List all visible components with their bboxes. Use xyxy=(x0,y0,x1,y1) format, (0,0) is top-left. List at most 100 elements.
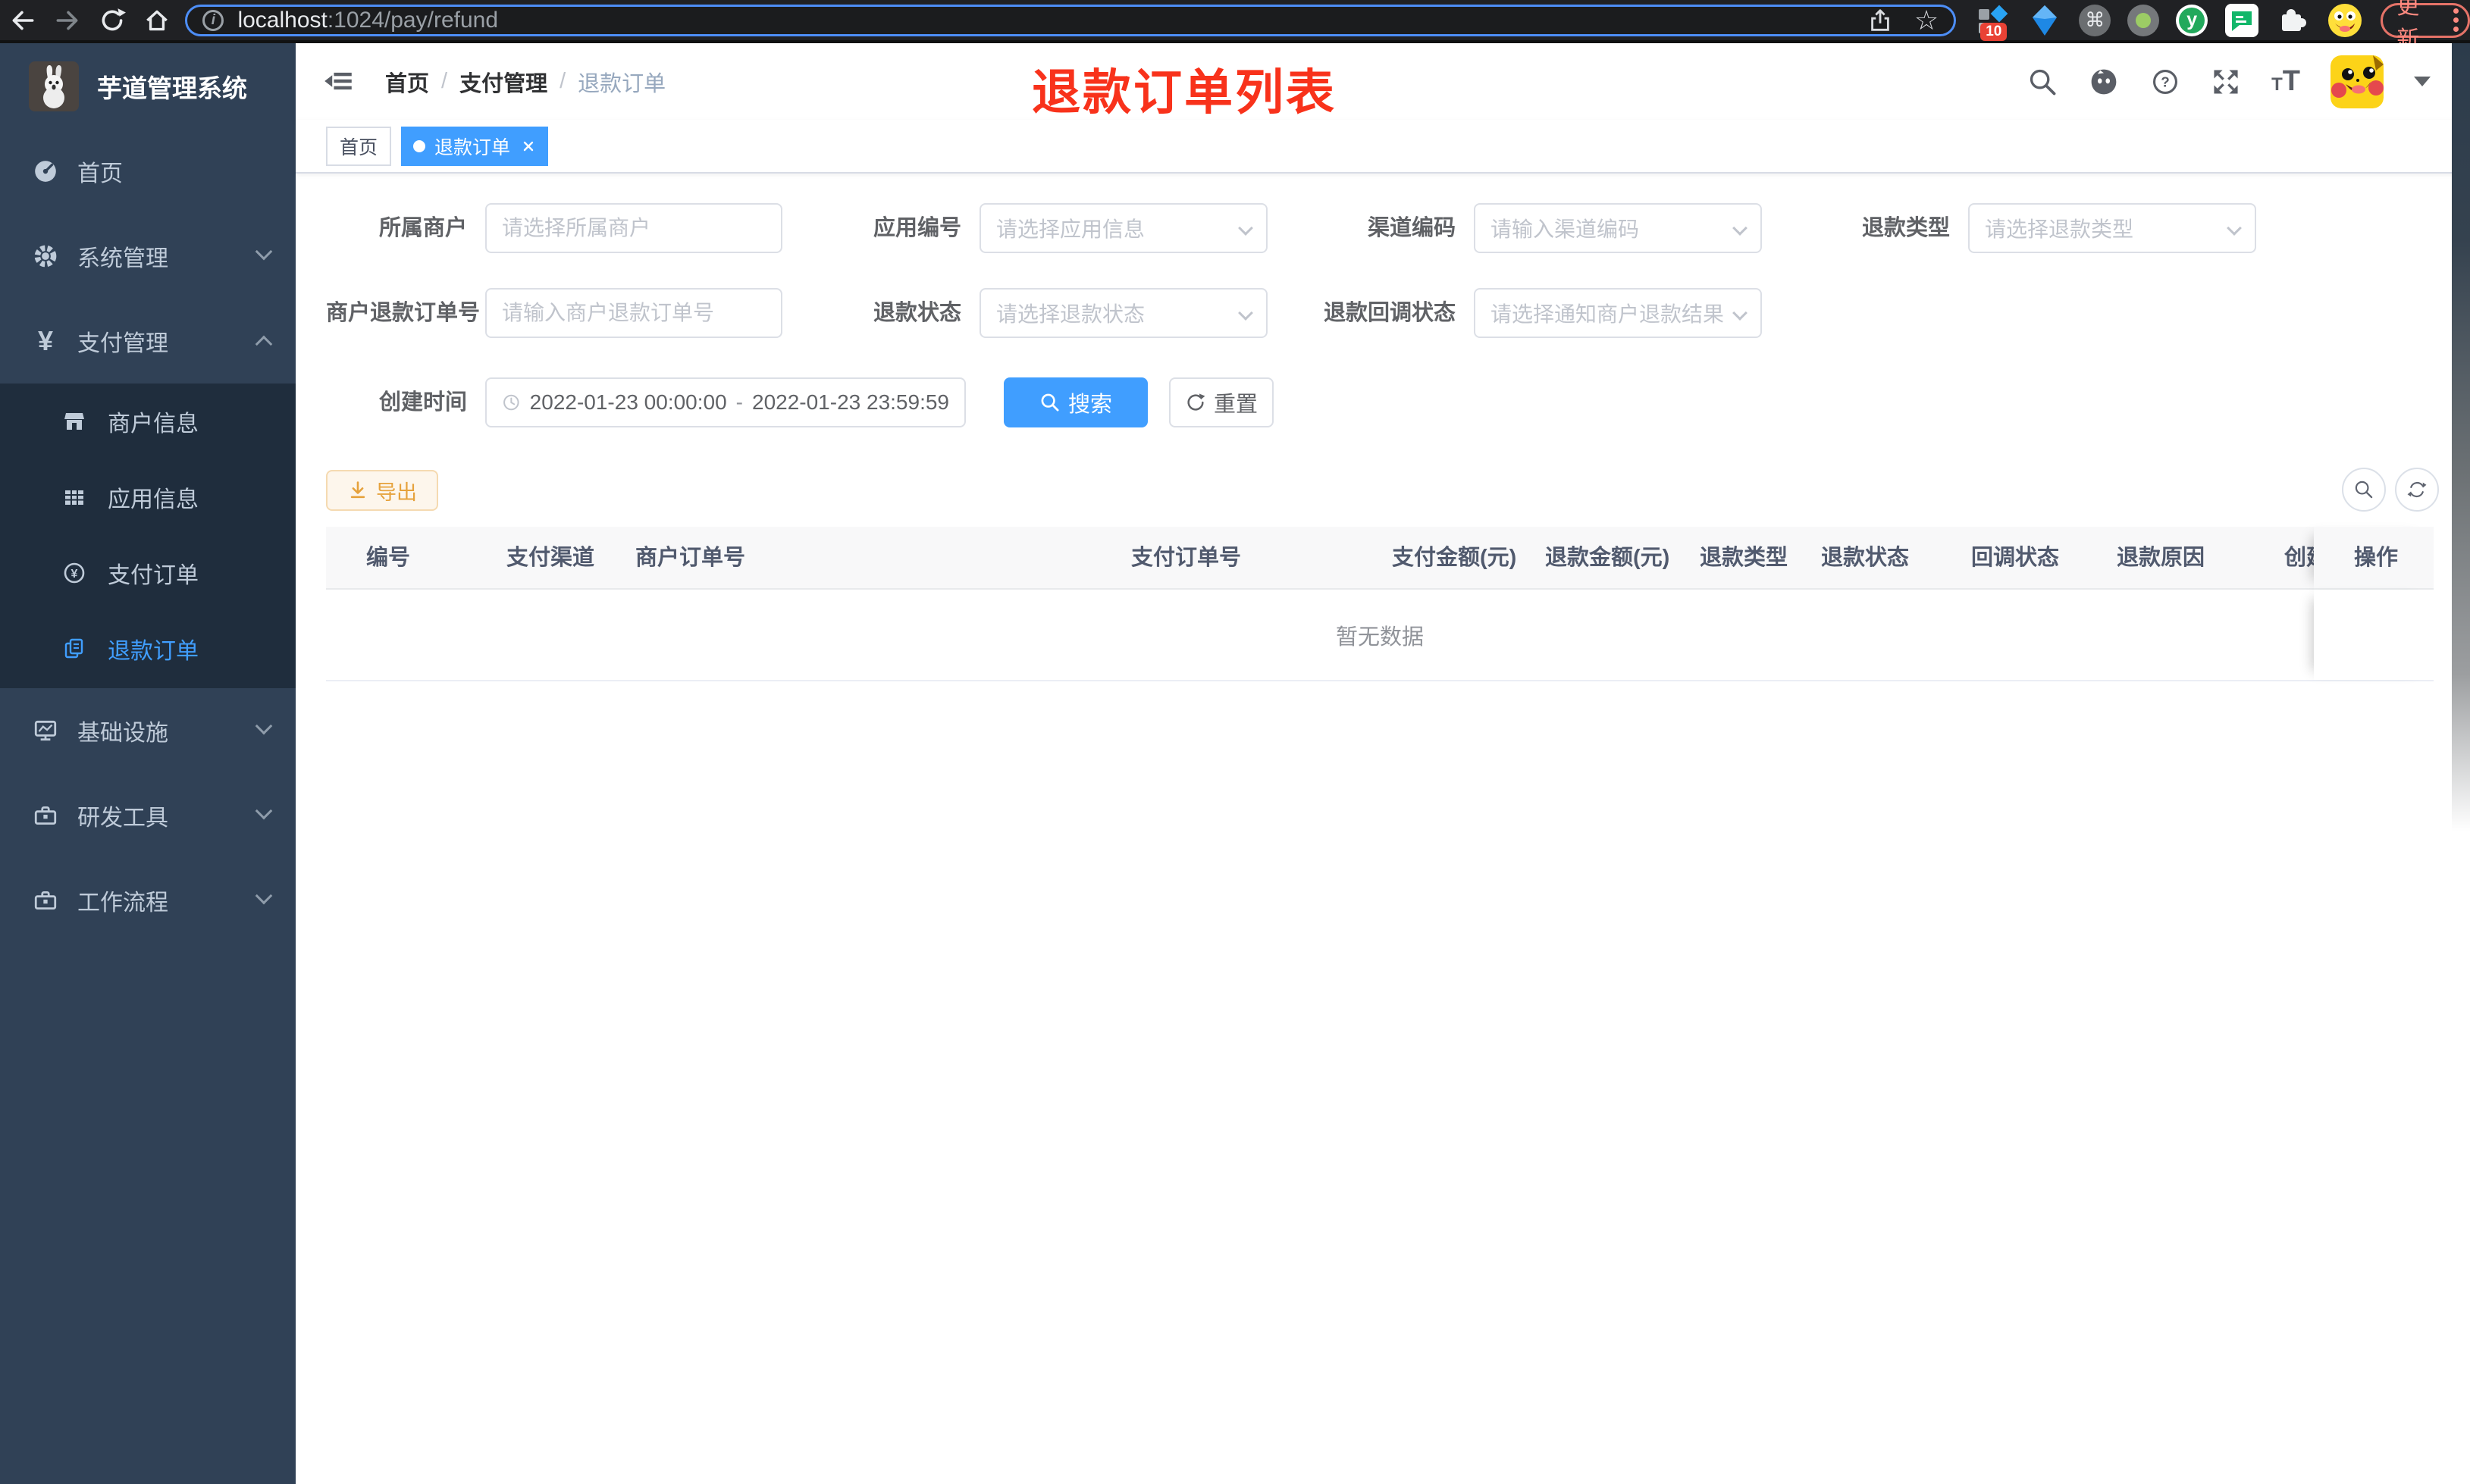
filter-app: 应用编号 请选择应用信息 xyxy=(820,203,1315,253)
refund-order-icon xyxy=(59,637,89,661)
sidebar: 芋道管理系统 首页 系统管理 ¥ 支付管理 商户信息 应用信息 ¥ 支付订单 退… xyxy=(0,43,296,1484)
main-content: 首页 / 支付管理 / 退款订单 退款订单列表 ? TT 首页 退款订单 所属商… xyxy=(296,43,2470,1484)
sidebar-item-label: 退款订单 xyxy=(108,639,199,664)
fixed-operation-column-header: 操作 xyxy=(2314,527,2434,590)
filter-refund-type: 退款类型 请选择退款类型 xyxy=(1809,203,2303,253)
app-select[interactable]: 请选择应用信息 xyxy=(980,203,1268,253)
search-icon xyxy=(2355,481,2373,499)
filter-row-3: 创建时间 2022-01-23 00:00:00 - 2022-01-23 23… xyxy=(326,377,1274,427)
browser-reload-button[interactable] xyxy=(89,2,134,39)
gear-icon xyxy=(30,243,61,269)
merchant-input[interactable] xyxy=(502,216,766,240)
sidebar-item-home[interactable]: 首页 xyxy=(0,129,296,214)
site-info-icon[interactable]: i xyxy=(202,9,224,31)
merchant-select[interactable] xyxy=(485,203,782,253)
store-icon xyxy=(59,409,89,434)
sidebar-item-pay-order[interactable]: ¥ 支付订单 xyxy=(0,535,296,611)
extension-tabs-icon[interactable]: 10 xyxy=(1976,3,2011,41)
filter-row-1: 所属商户 应用编号 请选择应用信息 渠道编码 请输入渠道编码 xyxy=(326,203,2303,253)
filter-row-2: 商户退款订单号 退款状态 请选择退款状态 退款回调状态 请选择通知商户退款结果 xyxy=(326,288,1809,338)
tab-home[interactable]: 首页 xyxy=(326,126,392,166)
extension-y-icon[interactable] xyxy=(2176,4,2208,36)
sidebar-item-label: 商户信息 xyxy=(108,412,199,437)
browser-home-button[interactable] xyxy=(134,2,179,39)
share-icon[interactable] xyxy=(1867,8,1893,33)
column-header: 回调状态 xyxy=(1971,546,2060,570)
chevron-up-icon xyxy=(255,335,273,353)
svg-text:?: ? xyxy=(2161,74,2170,90)
user-avatar[interactable] xyxy=(2331,55,2384,108)
sidebar-item-app-info[interactable]: 应用信息 xyxy=(0,459,296,535)
bookmark-star-icon[interactable]: ☆ xyxy=(1914,6,1939,34)
url-text[interactable]: localhost:1024/pay/refund xyxy=(237,8,498,33)
sidebar-item-label: 基础设施 xyxy=(77,721,168,746)
tab-label: 退款订单 xyxy=(434,136,511,158)
extension-chat-icon[interactable] xyxy=(2224,3,2259,38)
refund-status-select[interactable]: 请选择退款状态 xyxy=(980,288,1268,338)
callback-status-select[interactable]: 请选择通知商户退款结果 xyxy=(1474,288,1762,338)
refresh-icon xyxy=(1187,393,1205,411)
avatar-caret-icon[interactable] xyxy=(2414,77,2431,86)
merchant-refund-no-input-box[interactable] xyxy=(485,288,782,338)
tab-refund-order[interactable]: 退款订单 xyxy=(401,126,549,166)
profile-emoji-icon[interactable] xyxy=(2327,3,2362,38)
search-icon xyxy=(1041,393,1059,412)
date-end-value[interactable]: 2022-01-23 23:59:59 xyxy=(752,390,949,415)
breadcrumb-pay[interactable]: 支付管理 xyxy=(459,66,547,98)
browser-update-button[interactable]: 更新 xyxy=(2381,0,2470,52)
column-header: 操作 xyxy=(2354,546,2399,570)
search-button[interactable]: 搜索 xyxy=(1004,377,1148,427)
sidebar-item-label: 支付订单 xyxy=(108,563,199,588)
chevron-down-icon xyxy=(255,243,273,261)
font-size-button[interactable]: TT xyxy=(2271,65,2300,98)
sidebar-item-infra[interactable]: 基础设施 xyxy=(0,688,296,773)
column-header: 退款类型 xyxy=(1700,546,1788,570)
breadcrumb-home[interactable]: 首页 xyxy=(385,66,429,98)
sidebar-collapse-button[interactable] xyxy=(323,66,353,100)
sidebar-item-workflow[interactable]: 工作流程 xyxy=(0,858,296,943)
table-search-toggle-button[interactable] xyxy=(2342,468,2386,512)
refund-type-select[interactable]: 请选择退款类型 xyxy=(1968,203,2256,253)
sidebar-item-dev-tools[interactable]: 研发工具 xyxy=(0,773,296,858)
reset-button[interactable]: 重置 xyxy=(1169,377,1274,427)
tab-close-icon[interactable] xyxy=(521,139,536,154)
fullscreen-button[interactable] xyxy=(2211,67,2241,97)
export-button[interactable]: 导出 xyxy=(326,470,438,511)
sidebar-item-pay[interactable]: ¥ 支付管理 xyxy=(0,299,296,384)
help-button[interactable]: ? xyxy=(2150,67,2180,97)
page-scrollbar[interactable] xyxy=(2452,43,2470,831)
merchant-refund-no-input[interactable] xyxy=(502,301,766,325)
github-icon xyxy=(2091,69,2117,94)
channel-select[interactable]: 请输入渠道编码 xyxy=(1474,203,1762,253)
filter-label: 渠道编码 xyxy=(1367,216,1456,240)
date-start-value[interactable]: 2022-01-23 00:00:00 xyxy=(530,390,727,415)
browser-back-button[interactable] xyxy=(0,2,45,39)
extension-green-dot-icon[interactable] xyxy=(2127,4,2160,36)
table-refresh-button[interactable] xyxy=(2395,468,2439,512)
extension-kite-icon[interactable] xyxy=(2027,3,2062,38)
sidebar-item-merchant-info[interactable]: 商户信息 xyxy=(0,384,296,459)
create-time-range-picker[interactable]: 2022-01-23 00:00:00 - 2022-01-23 23:59:5… xyxy=(485,377,966,427)
github-link[interactable] xyxy=(2088,66,2120,98)
sidebar-item-system[interactable]: 系统管理 xyxy=(0,214,296,299)
filter-merchant: 所属商户 xyxy=(326,203,820,253)
browser-menu-dots-icon[interactable] xyxy=(2453,8,2459,32)
puzzle-icon xyxy=(2282,8,2307,31)
address-bar[interactable]: i localhost:1024/pay/refund ☆ xyxy=(185,4,1957,36)
browser-chrome: i localhost:1024/pay/refund ☆ 10 ⌘ y 更新 xyxy=(0,0,2470,52)
header-search-button[interactable] xyxy=(2027,67,2058,97)
svg-text:¥: ¥ xyxy=(71,568,78,581)
chevron-down-icon xyxy=(255,887,273,905)
extensions-puzzle-icon[interactable] xyxy=(2276,3,2311,38)
column-header: 支付渠道 xyxy=(506,546,595,570)
chevron-down-icon xyxy=(1238,221,1253,236)
filter-label: 退款类型 xyxy=(1861,216,1950,240)
extension-command-icon[interactable]: ⌘ xyxy=(2079,4,2111,36)
header-actions: ? TT xyxy=(2027,43,2431,120)
sidebar-item-refund-order[interactable]: 退款订单 xyxy=(0,611,296,687)
sidebar-logo[interactable]: 芋道管理系统 xyxy=(0,43,296,129)
chevron-down-icon xyxy=(1732,221,1747,236)
filter-channel: 渠道编码 请输入渠道编码 xyxy=(1315,203,1809,253)
kite-icon xyxy=(2033,5,2058,36)
browser-forward-button[interactable] xyxy=(45,2,89,39)
